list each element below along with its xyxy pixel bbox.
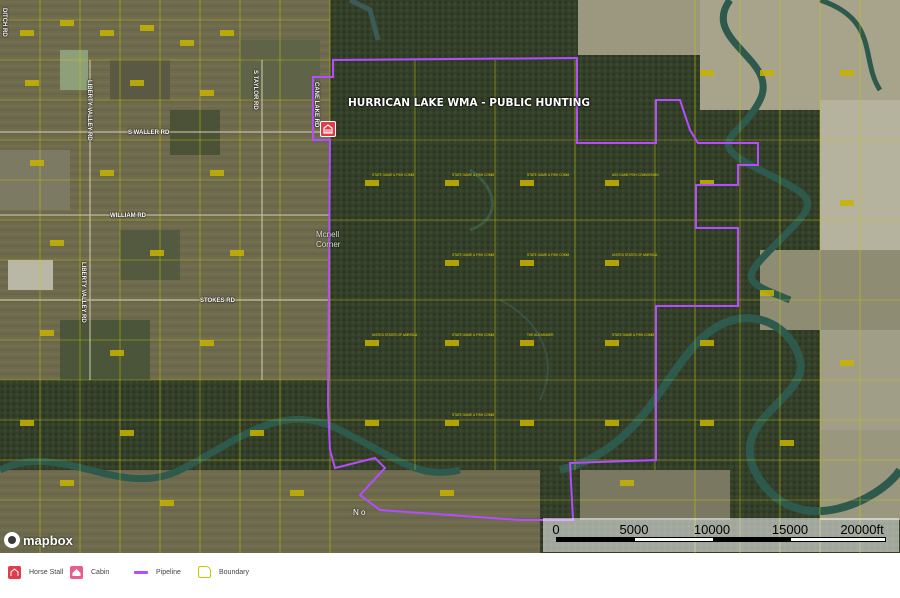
scale-tick-15000: 15000	[771, 522, 809, 537]
legend-item-horse-stall[interactable]: Horse Stall	[8, 565, 63, 579]
parcel-owner-label: STATE GAME & FISH COMM	[527, 173, 570, 177]
legend-item-pipeline[interactable]: Pipeline	[134, 565, 181, 579]
legend-item-boundary[interactable]: Boundary	[198, 565, 249, 579]
horse-stall-icon	[8, 565, 21, 579]
parcel-owner-label: UNITED STATES OF AMERICA	[612, 253, 658, 257]
parcel-owner-label: STATE GAME & FISH COMM	[452, 333, 495, 337]
wma-title-label: HURRICAN LAKE WMA - PUBLIC HUNTING	[348, 97, 591, 109]
pipeline-line-icon	[134, 570, 148, 574]
road-label-stokes: STOKES RD	[200, 298, 235, 304]
legend-item-cabin[interactable]: Cabin	[70, 565, 109, 579]
map-imagery: STATE GAME & FISH COMM STATE GAME & FISH …	[0, 0, 900, 553]
scale-tick-10000: 10000	[693, 522, 731, 537]
road-label-ditch: DITCH RD	[1, 8, 7, 37]
road-label-s-taylor: S TAYLOR RD	[252, 70, 258, 110]
road-label-liberty-valley-south: LIBERTY VALLEY RD	[80, 262, 86, 323]
mapbox-logo[interactable]: mapbox	[4, 532, 73, 548]
map-canvas[interactable]: STATE GAME & FISH COMM STATE GAME & FISH …	[0, 0, 900, 553]
road-label-william: WILLIAM RD	[110, 213, 146, 219]
legend-label-pipeline: Pipeline	[156, 568, 181, 576]
legend-label-cabin: Cabin	[91, 568, 110, 576]
place-label-corner: Corner	[316, 240, 341, 249]
place-label-mcnell: Mcnell	[316, 230, 340, 239]
parcel-owner-label: STATE GAME & FISH COMM	[527, 253, 570, 257]
scale-bar	[556, 537, 886, 542]
horse-stall-marker[interactable]	[320, 121, 336, 137]
road-label-cane-lake: CANE LAKE RD	[313, 82, 319, 128]
parcel-owner-label: STATE GAME & FISH COMM	[612, 333, 655, 337]
scale-tick-5000: 5000	[619, 522, 649, 537]
scale-tick-20000ft: 20000ft	[840, 522, 884, 537]
town-label: N o	[353, 508, 366, 517]
parcel-owner-label: ASS GAME FISH COMMISSION	[612, 173, 659, 177]
road-label-s-waller: S WALLER RD	[128, 130, 170, 136]
road-label-liberty-valley: LIBERTY VALLEY RD	[86, 80, 92, 141]
parcel-owner-label: STATE GAME & FISH COMM	[452, 173, 495, 177]
parcel-owner-label: UNITED STATES OF AMERICA	[372, 333, 418, 337]
horse-stall-icon	[323, 124, 333, 134]
legend-label-horse-stall: Horse Stall	[29, 568, 64, 576]
map-legend: Horse Stall Cabin Pipeline Boundary	[0, 553, 900, 598]
parcel-owner-label: THE ALEXANDER	[527, 333, 554, 337]
mapbox-icon	[4, 532, 20, 548]
boundary-shape-icon	[198, 566, 211, 578]
parcel-owner-label: STATE GAME & FISH COMM	[452, 253, 495, 257]
cabin-icon	[70, 565, 83, 579]
legend-label-boundary: Boundary	[219, 568, 249, 576]
scale-tick-0: 0	[552, 522, 560, 537]
mapbox-logo-text: mapbox	[23, 532, 73, 548]
parcel-owner-label: STATE GAME & FISH COMM	[452, 413, 495, 417]
parcel-owner-label: STATE GAME & FISH COMM	[372, 173, 415, 177]
